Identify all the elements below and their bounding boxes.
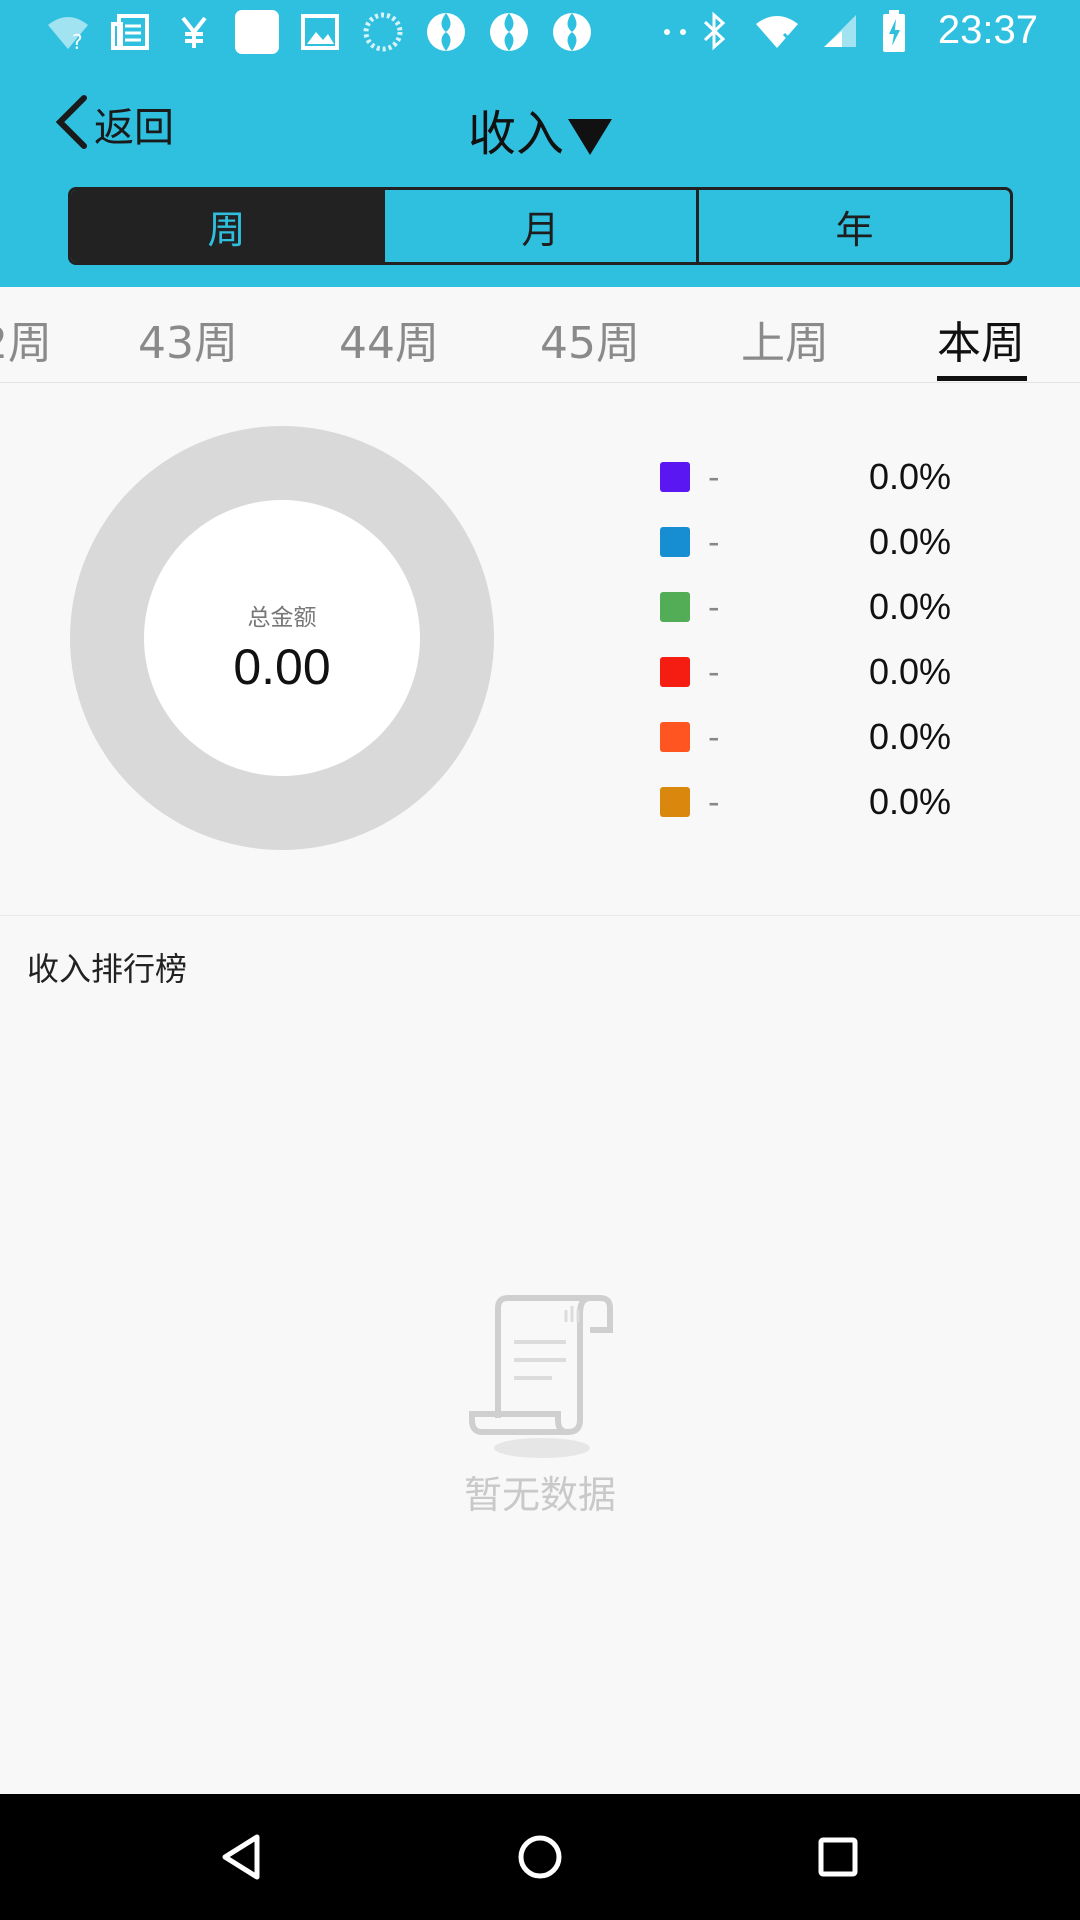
ranking-title: 收入排行榜: [27, 950, 188, 988]
wifi-icon: [753, 9, 801, 53]
total-label: 总金额: [247, 605, 317, 631]
clock: 23:37: [937, 8, 1038, 52]
week-tab-last-week[interactable]: 上周: [741, 307, 829, 371]
legend-name: -: [708, 458, 720, 496]
tab-week[interactable]: 周: [71, 190, 385, 262]
legend-item: - 0.0%: [660, 716, 1060, 785]
empty-scroll-icon: [462, 1290, 622, 1464]
status-bar: ? 23:37: [0, 0, 1080, 66]
legend-percent: 0.0%: [869, 521, 952, 562]
home-circle-icon: [517, 1834, 563, 1884]
white-square-icon: [233, 10, 281, 54]
nav-recents-button[interactable]: [803, 1824, 873, 1894]
week-tab-43[interactable]: 43周: [138, 307, 238, 371]
legend-item: - 0.0%: [660, 781, 1060, 850]
page-title-text: 收入: [467, 106, 564, 162]
system-status-icons: 23:37: [690, 8, 1038, 53]
chart-legend: - 0.0% - 0.0% - 0.0% - 0.0% - 0.0% - 0.0…: [660, 456, 1060, 850]
legend-swatch: [660, 787, 690, 817]
pinwheel-icon: [548, 10, 596, 54]
page-title[interactable]: 收入: [0, 94, 1080, 164]
week-tab-42[interactable]: 42周: [0, 307, 52, 371]
donut-center: 总金额 0.00: [144, 500, 420, 776]
legend-name: -: [708, 523, 720, 561]
battery-charging-icon: [879, 9, 909, 53]
back-triangle-icon: [219, 1833, 263, 1885]
system-nav-bar: [0, 1794, 1080, 1920]
legend-swatch: [660, 722, 690, 752]
pinwheel-icon: [422, 10, 470, 54]
week-tabs: 42周 43周 44周 45周 上周 本周: [0, 287, 1080, 383]
nav-home-button[interactable]: [505, 1824, 575, 1894]
total-value: 0.00: [233, 639, 331, 695]
legend-swatch: [660, 592, 690, 622]
legend-percent: 0.0%: [869, 716, 952, 757]
legend-item: - 0.0%: [660, 651, 1060, 720]
legend-swatch: [660, 527, 690, 557]
week-tab-44[interactable]: 44周: [339, 307, 439, 371]
legend-name: -: [708, 783, 720, 821]
empty-text: 暂无数据: [463, 1473, 616, 1517]
legend-item: - 0.0%: [660, 586, 1060, 655]
dropdown-triangle-icon: [568, 119, 612, 155]
active-tab-indicator: [937, 376, 1027, 381]
legend-percent: 0.0%: [869, 651, 952, 692]
wifi-question-icon: ?: [44, 10, 92, 54]
svg-text:?: ?: [72, 30, 83, 51]
legend-name: -: [708, 588, 720, 626]
pinwheel-icon: [485, 10, 533, 54]
legend-item: - 0.0%: [660, 456, 1060, 525]
app-header: ? 23:37 返回 收入 周 月 年: [0, 0, 1080, 287]
gallery-icon: [296, 10, 344, 54]
bluetooth-icon: [690, 9, 738, 53]
summary-section: 总金额 0.00 - 0.0% - 0.0% - 0.0% - 0.0% - 0…: [0, 384, 1080, 916]
week-tab-this-week[interactable]: 本周: [937, 307, 1025, 371]
nav-bar: 返回 收入: [0, 86, 1080, 166]
cellular-icon: [816, 9, 864, 53]
donut-chart: 总金额 0.00: [70, 426, 494, 850]
legend-item: - 0.0%: [660, 521, 1060, 590]
recents-square-icon: [817, 1836, 859, 1882]
news-icon: [107, 10, 155, 54]
legend-name: -: [708, 718, 720, 756]
week-tab-45[interactable]: 45周: [540, 307, 640, 371]
loading-icon: [359, 10, 407, 54]
yen-icon: [170, 10, 218, 54]
legend-percent: 0.0%: [869, 586, 952, 627]
tab-year[interactable]: 年: [699, 190, 1010, 262]
nav-back-button[interactable]: [206, 1824, 276, 1894]
tab-month[interactable]: 月: [385, 190, 699, 262]
notification-icons: ?: [44, 10, 714, 54]
legend-swatch: [660, 462, 690, 492]
legend-percent: 0.0%: [869, 781, 952, 822]
period-segmented-control: 周 月 年: [68, 187, 1013, 265]
legend-name: -: [708, 653, 720, 691]
legend-swatch: [660, 657, 690, 687]
legend-percent: 0.0%: [869, 456, 952, 497]
